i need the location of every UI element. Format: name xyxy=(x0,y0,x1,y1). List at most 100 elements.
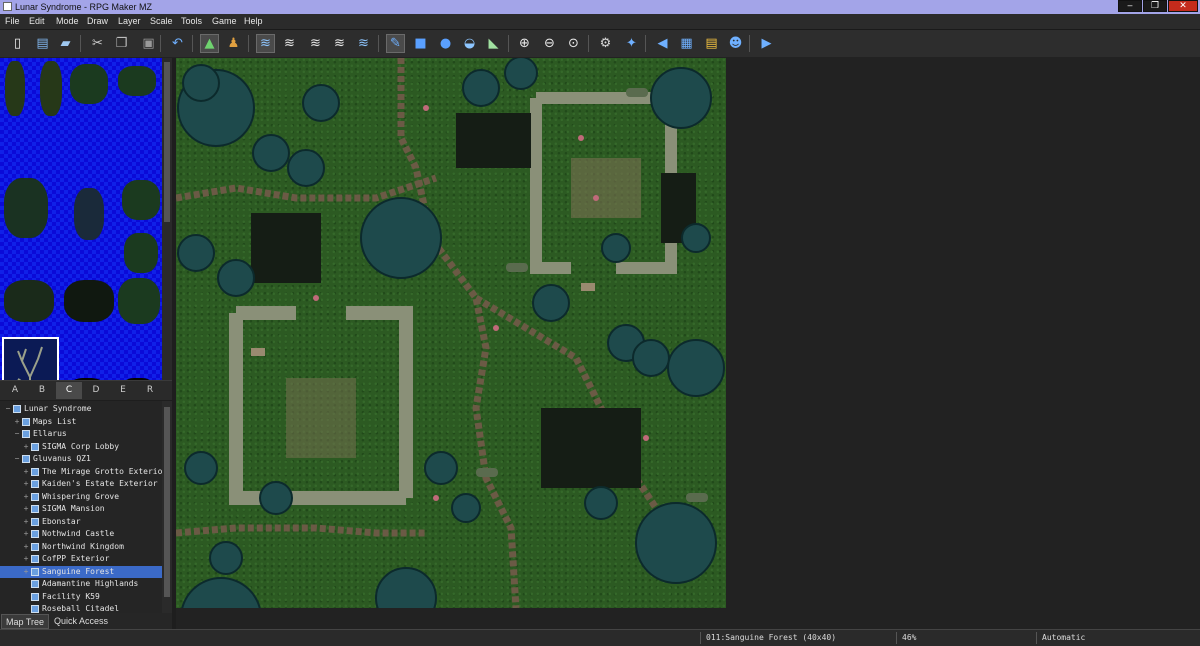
map-tree-item[interactable]: + Nothwind Castle xyxy=(0,528,162,540)
menu-layer[interactable]: Layer xyxy=(118,14,141,29)
event-searcher-icon[interactable]: ▦ xyxy=(677,34,696,53)
map-tree-scrollbar[interactable] xyxy=(162,401,172,613)
tileset-tile[interactable] xyxy=(70,64,108,104)
map-viewport[interactable] xyxy=(176,58,1200,629)
plugin-manager-icon[interactable]: ✦ xyxy=(622,34,641,53)
tree-expander-icon[interactable]: + xyxy=(22,553,30,565)
map-tree-item[interactable]: + Whispering Grove xyxy=(0,491,162,503)
tileset-scrollbar[interactable] xyxy=(162,58,172,380)
tree-expander-icon[interactable]: + xyxy=(22,541,30,553)
menu-help[interactable]: Help xyxy=(244,14,263,29)
close-button[interactable]: ✕ xyxy=(1168,0,1198,12)
tileset-tile[interactable] xyxy=(4,178,48,238)
event-mode-icon[interactable]: ♟ xyxy=(224,34,243,53)
tab-quick-access[interactable]: Quick Access xyxy=(50,614,112,629)
tileset-tab-a[interactable]: A xyxy=(2,382,28,399)
tileset-tab-e[interactable]: E xyxy=(110,382,136,399)
playtest-icon[interactable]: ▶ xyxy=(757,34,776,53)
map-tree-item[interactable]: + SIGMA Mansion xyxy=(0,503,162,515)
tree-expander-icon[interactable]: + xyxy=(13,416,21,428)
map-tree-item[interactable]: − Lunar Syndrome xyxy=(0,403,162,415)
character-generator-icon[interactable]: ☻ xyxy=(726,34,745,53)
map-mode-icon[interactable]: ▲ xyxy=(200,34,219,53)
tab-map-tree[interactable]: Map Tree xyxy=(1,614,50,629)
tree-expander-icon[interactable]: + xyxy=(22,478,30,490)
shadow-pen-icon[interactable]: ◣ xyxy=(484,34,503,53)
layer-4-icon[interactable]: ≋ xyxy=(330,34,349,53)
map-tree-item[interactable]: Adamantine Highlands xyxy=(0,578,162,590)
map-tree-item[interactable]: + Northwind Kingdom xyxy=(0,541,162,553)
map-tree-item[interactable]: Facility K59 xyxy=(0,591,162,603)
menu-file[interactable]: File xyxy=(5,14,20,29)
map-tree-item[interactable]: + Maps List xyxy=(0,416,162,428)
cut-icon[interactable]: ✂ xyxy=(88,34,107,53)
map-tree-item[interactable]: Roseball Citadel xyxy=(0,603,162,613)
tree-expander-icon[interactable]: + xyxy=(22,503,30,515)
tileset-tile[interactable] xyxy=(64,280,114,322)
tree-expander-icon[interactable]: + xyxy=(22,516,30,528)
tileset-tile[interactable] xyxy=(124,233,158,273)
map-tree-item[interactable]: + CofPP Exterior xyxy=(0,553,162,565)
save-project-icon[interactable]: ▰ xyxy=(56,34,75,53)
tileset-tab-c[interactable]: C xyxy=(56,382,82,399)
tileset-tile[interactable] xyxy=(5,61,25,116)
tileset-tab-b[interactable]: B xyxy=(29,382,55,399)
map-tree-item[interactable]: + Sanguine Forest xyxy=(0,565,162,578)
tree-expander-icon[interactable]: + xyxy=(22,528,30,540)
database-icon[interactable]: ⚙ xyxy=(596,34,615,53)
map-tree-item[interactable]: + SIGMA Corp Lobby xyxy=(0,441,162,453)
map-tree-scroll-thumb[interactable] xyxy=(164,407,170,597)
map-tree-item[interactable]: − Ellarus xyxy=(0,428,162,440)
paste-icon[interactable]: ▣ xyxy=(139,34,158,53)
map-tree-item[interactable]: + Kaiden's Estate Exterior xyxy=(0,478,162,490)
zoom-in-icon[interactable]: ⊕ xyxy=(515,34,534,53)
zoom-out-icon[interactable]: ⊖ xyxy=(540,34,559,53)
menu-edit[interactable]: Edit xyxy=(29,14,45,29)
tileset-tile[interactable] xyxy=(4,280,54,322)
tree-canopy xyxy=(451,493,481,523)
rectangle-icon[interactable]: ■ xyxy=(411,34,430,53)
tileset-tile[interactable] xyxy=(118,278,160,324)
tree-expander-icon[interactable]: + xyxy=(22,566,30,578)
tileset-scroll-thumb[interactable] xyxy=(164,62,170,222)
fallen-log xyxy=(476,468,498,477)
tileset-tab-r[interactable]: R xyxy=(137,382,163,399)
map-tree-item[interactable]: + Ebonstar xyxy=(0,516,162,528)
sound-test-icon[interactable]: ◀ xyxy=(653,34,672,53)
tree-expander-icon[interactable]: + xyxy=(22,466,30,478)
menu-game[interactable]: Game xyxy=(212,14,237,29)
new-project-icon[interactable]: ▯ xyxy=(8,34,27,53)
tree-expander-icon[interactable]: − xyxy=(13,428,21,440)
layer-5-icon[interactable]: ≋ xyxy=(354,34,373,53)
layer-2-icon[interactable]: ≋ xyxy=(280,34,299,53)
tileset-tab-d[interactable]: D xyxy=(83,382,109,399)
minimize-button[interactable]: ‒ xyxy=(1118,0,1142,12)
layer-3-icon[interactable]: ≋ xyxy=(306,34,325,53)
layer-1-icon[interactable]: ≋ xyxy=(256,34,275,53)
open-project-icon[interactable]: ▤ xyxy=(33,34,52,53)
undo-icon[interactable]: ↶ xyxy=(168,34,187,53)
menu-mode[interactable]: Mode xyxy=(56,14,79,29)
map-canvas[interactable] xyxy=(176,58,726,608)
tileset-tile[interactable] xyxy=(122,180,160,220)
zoom-actual-icon[interactable]: ⊙ xyxy=(564,34,583,53)
pencil-icon[interactable]: ✎ xyxy=(386,34,405,53)
menu-scale[interactable]: Scale xyxy=(150,14,173,29)
flood-fill-icon[interactable]: ◒ xyxy=(460,34,479,53)
ellipse-icon[interactable]: ● xyxy=(436,34,455,53)
tree-expander-icon[interactable]: − xyxy=(4,403,12,415)
tileset-tile[interactable] xyxy=(118,66,156,96)
tree-expander-icon[interactable]: − xyxy=(13,453,21,465)
resource-manager-icon[interactable]: ▤ xyxy=(702,34,721,53)
tree-expander-icon[interactable]: + xyxy=(22,491,30,503)
menu-tools[interactable]: Tools xyxy=(181,14,202,29)
tileset-palette[interactable] xyxy=(0,58,162,380)
menu-draw[interactable]: Draw xyxy=(87,14,108,29)
maximize-button[interactable]: ❐ xyxy=(1143,0,1167,12)
map-tree-item[interactable]: − Gluvanus QZ1 xyxy=(0,453,162,465)
tree-expander-icon[interactable]: + xyxy=(22,441,30,453)
map-tree-item[interactable]: + The Mirage Grotto Exterior xyxy=(0,466,162,478)
tileset-tile[interactable] xyxy=(40,61,62,116)
copy-icon[interactable]: ❐ xyxy=(112,34,131,53)
tileset-tile[interactable] xyxy=(74,188,104,240)
